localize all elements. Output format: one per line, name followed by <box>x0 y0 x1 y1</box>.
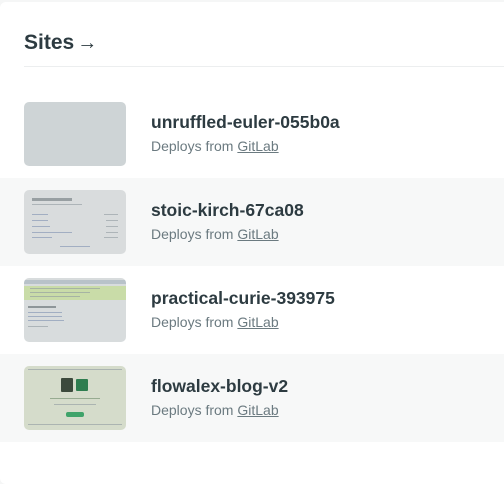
site-name[interactable]: practical-curie-393975 <box>151 288 335 309</box>
site-thumbnail[interactable] <box>24 190 126 254</box>
repo-provider-link[interactable]: GitLab <box>237 226 278 242</box>
site-thumbnail[interactable] <box>24 278 126 342</box>
site-thumbnail[interactable] <box>24 102 126 166</box>
page-title[interactable]: Sites → <box>24 32 504 55</box>
site-row[interactable]: flowalex-blog-v2 Deploys from GitLab <box>0 354 504 442</box>
repo-provider-link[interactable]: GitLab <box>237 314 278 330</box>
site-name[interactable]: unruffled-euler-055b0a <box>151 112 340 133</box>
site-row[interactable]: unruffled-euler-055b0a Deploys from GitL… <box>0 90 504 178</box>
deploy-prefix: Deploys from <box>151 226 234 242</box>
site-name[interactable]: flowalex-blog-v2 <box>151 376 288 397</box>
site-row[interactable]: practical-curie-393975 Deploys from GitL… <box>0 266 504 354</box>
site-thumbnail[interactable] <box>24 366 126 430</box>
sites-card: Sites → unruffled-euler-055b0a Deploys f… <box>0 2 504 484</box>
sites-header: Sites → <box>24 32 504 67</box>
page-title-text[interactable]: Sites <box>24 32 74 54</box>
deploy-prefix: Deploys from <box>151 314 234 330</box>
deploy-prefix: Deploys from <box>151 138 234 154</box>
site-name[interactable]: stoic-kirch-67ca08 <box>151 200 304 221</box>
site-deploy-info: Deploys from GitLab <box>151 138 279 154</box>
repo-provider-link[interactable]: GitLab <box>237 138 278 154</box>
site-deploy-info: Deploys from GitLab <box>151 226 279 242</box>
site-deploy-info: Deploys from GitLab <box>151 314 279 330</box>
site-deploy-info: Deploys from GitLab <box>151 402 279 418</box>
arrow-right-icon[interactable]: → <box>77 32 97 54</box>
repo-provider-link[interactable]: GitLab <box>237 402 278 418</box>
site-row[interactable]: stoic-kirch-67ca08 Deploys from GitLab <box>0 178 504 266</box>
deploy-prefix: Deploys from <box>151 402 234 418</box>
